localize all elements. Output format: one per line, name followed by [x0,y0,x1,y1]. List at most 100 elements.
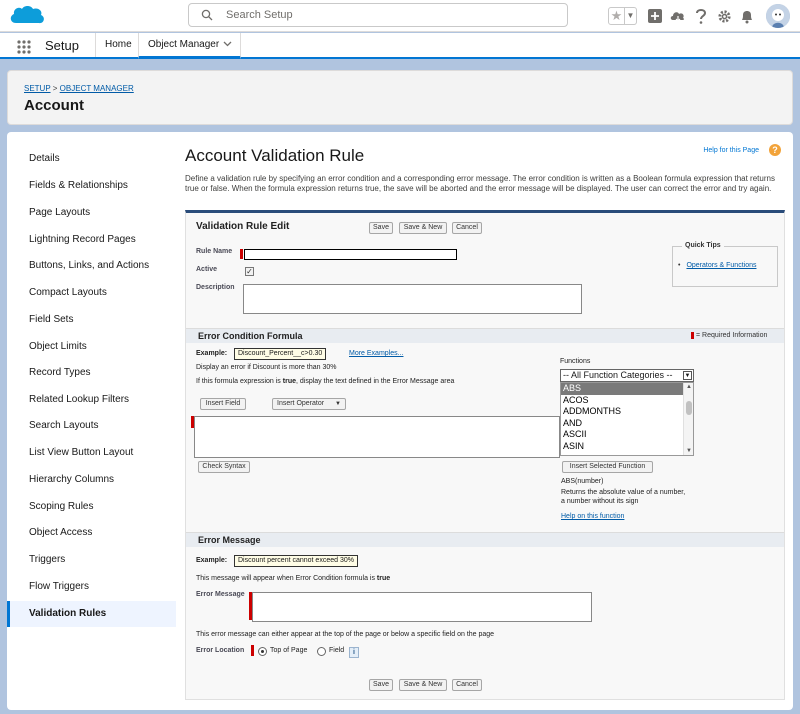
sidebar-item-label: List View Button Layout [29,447,134,458]
sidebar-item-related-lookup-filters[interactable]: Related Lookup Filters [7,387,176,413]
description-label: Description [196,284,235,291]
required-indicator [691,332,694,339]
tab-home[interactable]: Home [95,33,141,57]
rule-name-input[interactable] [244,249,457,260]
active-checkbox[interactable]: ✓ [245,267,254,276]
help-on-function-link[interactable]: Help on this function [561,513,624,520]
scroll-down-icon[interactable]: ▼ [686,448,692,454]
sidebar-item-label: Buttons, Links, and Actions [29,260,150,271]
chevron-down-icon[interactable]: ▼ [624,8,636,24]
instruction-text-end: , display the text defined in the Error … [296,378,455,385]
sidebar-item-label: Page Layouts [29,207,91,218]
gear-icon[interactable] [716,8,732,24]
chevron-down-icon[interactable] [223,41,232,47]
save-new-button-bottom[interactable]: Save & New [399,679,447,691]
required-info-text: = Required Information [696,332,768,339]
help-icon[interactable]: ? [769,144,781,156]
top-of-page-label: Top of Page [270,647,308,654]
help-icon[interactable] [693,8,709,24]
sidebar-item-hierarchy-columns[interactable]: Hierarchy Columns [7,467,176,493]
quick-tips-title: Quick Tips [682,242,724,249]
sidebar-item-field-sets[interactable]: Field Sets [7,307,176,333]
sidebar-item-search-layouts[interactable]: Search Layouts [7,413,176,439]
sidebar-item-compact-layouts[interactable]: Compact Layouts [7,280,176,306]
page-title: Account Validation Rule [185,146,365,165]
breadcrumb-object-manager[interactable]: OBJECT MANAGER [60,84,134,93]
help-for-page-link[interactable]: Help for this Page [703,147,759,154]
avatar[interactable] [766,4,790,28]
function-category-select[interactable]: -- All Function Categories -- ▼ [560,369,694,382]
function-item[interactable]: ASCII [561,429,693,441]
sidebar-item-object-limits[interactable]: Object Limits [7,334,176,360]
save-new-button[interactable]: Save & New [399,222,447,234]
sidebar-item-record-types[interactable]: Record Types [7,360,176,386]
app-launcher-icon[interactable] [17,40,31,54]
add-icon[interactable] [647,8,663,24]
salesforce-logo[interactable] [8,3,46,29]
sidebar-item-label: Validation Rules [29,608,107,619]
error-message-textarea[interactable] [252,592,592,622]
formula-textarea[interactable] [194,416,560,458]
rule-name-label: Rule Name [196,248,233,255]
function-item[interactable]: ABS [561,383,693,395]
sidebar-item-flow-triggers[interactable]: Flow Triggers [7,574,176,600]
sidebar-item-label: Flow Triggers [29,581,90,592]
favorites-group[interactable]: ★ ▼ [608,7,637,25]
scroll-thumb[interactable] [686,401,692,415]
function-item[interactable]: ASIN [561,441,693,453]
cloud-icon[interactable] [670,8,686,24]
sidebar-item-page-layouts[interactable]: Page Layouts [7,200,176,226]
sidebar-item-label: Field Sets [29,314,74,325]
star-icon[interactable]: ★ [609,8,624,24]
tab-object-manager[interactable]: Object Manager [138,33,241,59]
function-item[interactable]: AND [561,418,693,430]
sidebar-item-triggers[interactable]: Triggers [7,547,176,573]
sidebar-item-label: Fields & Relationships [29,180,128,191]
formula-instruction: If this formula expression is true, disp… [196,378,454,385]
sidebar-item-scoping-rules[interactable]: Scoping Rules [7,494,176,520]
sidebar-item-label: Scoping Rules [29,501,94,512]
top-of-page-radio[interactable] [258,647,267,656]
sidebar-item-validation-rules[interactable]: Validation Rules [7,601,176,627]
more-examples-link[interactable]: More Examples... [349,350,403,357]
sidebar-item-list-view-button-layout[interactable]: List View Button Layout [7,440,176,466]
message-note: This message will appear when Error Cond… [196,575,390,582]
insert-selected-function-button[interactable]: Insert Selected Function [562,461,653,473]
error-location-label: Error Location [196,647,245,654]
operators-functions-link[interactable]: Operators & Functions [678,262,756,269]
insert-field-button[interactable]: Insert Field [200,398,246,410]
bell-icon[interactable] [739,8,755,24]
breadcrumb-separator: > [52,84,58,93]
example-label: Example: [196,557,228,564]
function-list[interactable]: ABS ACOS ADDMONTHS AND ASCII ASIN ▲ ▼ [560,382,694,456]
sidebar-item-details[interactable]: Details [7,146,176,172]
search-input[interactable]: Search Setup [188,3,568,27]
sidebar-item-object-access[interactable]: Object Access [7,520,176,546]
sidebar-item-label: Lightning Record Pages [29,234,136,245]
error-condition-section-header: Error Condition Formula = Required Infor… [186,328,784,343]
cancel-button-bottom[interactable]: Cancel [452,679,482,691]
field-radio[interactable] [317,647,326,656]
tab-object-manager-label: Object Manager [148,39,220,50]
insert-operator-button[interactable]: Insert Operator ▼ [272,398,346,410]
sidebar-item-lightning-record-pages[interactable]: Lightning Record Pages [7,227,176,253]
check-syntax-button[interactable]: Check Syntax [198,461,250,473]
sidebar-item-label: Record Types [29,367,91,378]
save-button-bottom[interactable]: Save [369,679,393,691]
save-button[interactable]: Save [369,222,393,234]
cancel-button[interactable]: Cancel [452,222,482,234]
sidebar-item-label: Search Layouts [29,420,99,431]
sidebar-item-fields-relationships[interactable]: Fields & Relationships [7,173,176,199]
function-description: Returns the absolute value of a number, … [561,489,686,505]
info-icon[interactable]: i [349,647,359,658]
description-textarea[interactable] [243,284,582,314]
breadcrumb: SETUP > OBJECT MANAGER [24,84,134,93]
function-list-scrollbar[interactable]: ▲ ▼ [683,383,693,455]
function-item[interactable]: ADDMONTHS [561,406,693,418]
form-title: Validation Rule Edit [196,221,290,232]
function-item[interactable]: ACOS [561,395,693,407]
scroll-up-icon[interactable]: ▲ [686,384,692,390]
example-description: Display an error if Discount is more tha… [196,364,337,371]
breadcrumb-setup[interactable]: SETUP [24,84,51,93]
sidebar-item-buttons-links-actions[interactable]: Buttons, Links, and Actions [7,253,176,279]
